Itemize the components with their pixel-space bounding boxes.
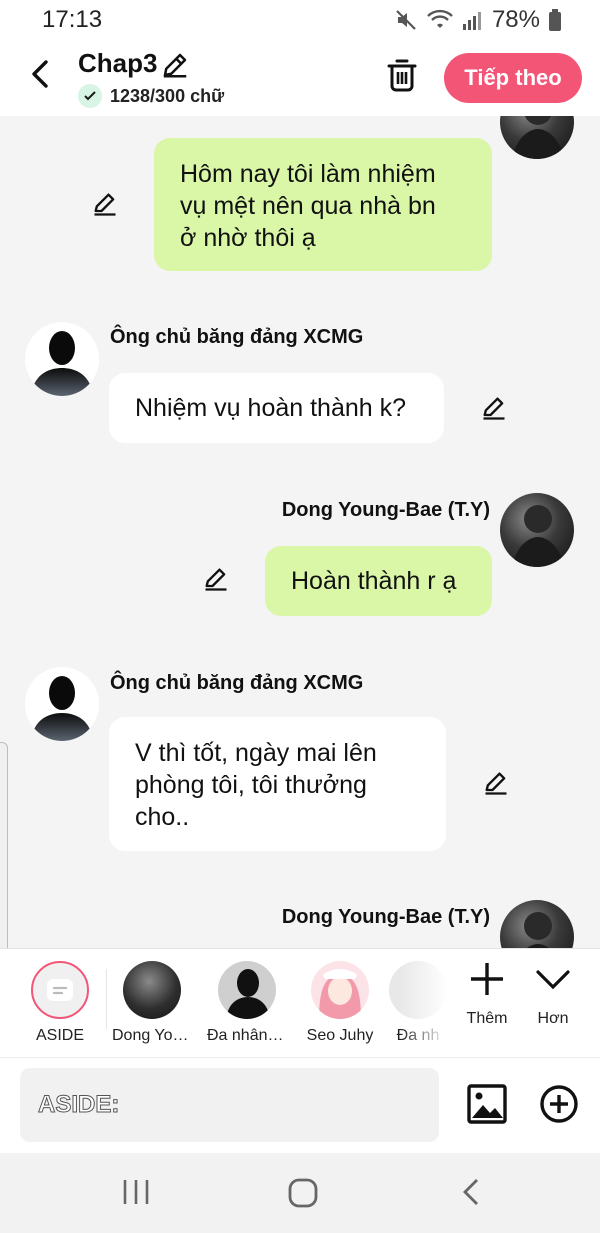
- character-da-nhan-vat[interactable]: Đa nhân v...: [207, 961, 287, 1045]
- battery-icon: [548, 8, 562, 32]
- character-avatar: [218, 961, 276, 1019]
- insert-image-button[interactable]: [467, 1084, 507, 1124]
- message-line: V thì tốt, ngày mai lên: [135, 739, 377, 767]
- side-scroll-handle[interactable]: [0, 742, 8, 972]
- speaker-name: Dong Young-Bae (T.Y): [281, 906, 490, 928]
- speaker-name: Ông chủ băng đảng XCMG: [110, 326, 364, 348]
- avatar-gang-boss: [25, 322, 99, 396]
- character-label: Dong You...: [112, 1027, 192, 1044]
- image-icon: [467, 1084, 507, 1124]
- message-line: vụ mệt nên qua nhà bn: [180, 192, 436, 220]
- recents-icon: [123, 1180, 149, 1204]
- pencil-icon[interactable]: [160, 50, 190, 80]
- pencil-icon[interactable]: [482, 769, 510, 797]
- aside-avatar: [31, 961, 89, 1019]
- message-line: cho..: [135, 803, 190, 831]
- battery-text: 78%: [491, 6, 540, 33]
- message-bubble[interactable]: Hoàn thành r ạ: [265, 546, 492, 616]
- signal-icon: [462, 9, 484, 31]
- speaker-name: Dong Young-Bae (T.Y): [281, 499, 490, 521]
- message-text: Hoàn thành r ạ: [291, 567, 457, 595]
- recent-apps-button[interactable]: [122, 1177, 150, 1212]
- more-label: Hơn: [537, 1010, 569, 1027]
- add-content-button[interactable]: [539, 1084, 579, 1124]
- chevron-left-icon: [32, 60, 48, 88]
- screen: 17:13 78% Chap3 1238/300 chữ Tiếp theo H…: [0, 0, 600, 1233]
- check-icon: [78, 84, 102, 108]
- chevron-down-icon: [536, 970, 570, 990]
- home-button[interactable]: [287, 1177, 319, 1214]
- plus-icon: [471, 963, 503, 995]
- message-icon: [47, 979, 73, 1001]
- system-nav-bar: [0, 1153, 600, 1233]
- avatar-gang-boss: [25, 667, 99, 741]
- chat-area[interactable]: Hôm nay tôi làm nhiệm vụ mệt nên qua nhà…: [0, 116, 600, 948]
- message-bubble[interactable]: Hôm nay tôi làm nhiệm vụ mệt nên qua nhà…: [154, 138, 492, 271]
- character-seo-juhy[interactable]: Seo Juhy: [300, 961, 380, 1045]
- character-label: Đa nhân v...: [207, 1027, 287, 1044]
- character-label: ASIDE: [35, 1027, 84, 1044]
- speaker-name: Ông chủ băng đảng XCMG: [110, 672, 364, 694]
- plus-circle-icon: [540, 1085, 578, 1123]
- pencil-icon[interactable]: [480, 394, 508, 422]
- status-time: 17:13: [42, 6, 103, 33]
- character-aside[interactable]: ASIDE: [20, 961, 100, 1045]
- delete-button[interactable]: [386, 58, 418, 92]
- back-button[interactable]: [26, 58, 54, 90]
- system-back-button[interactable]: [460, 1177, 482, 1212]
- home-icon: [288, 1178, 318, 1208]
- message-line: Hôm nay tôi làm nhiệm: [180, 160, 436, 188]
- editor-header: Chap3 1238/300 chữ Tiếp theo: [0, 40, 600, 116]
- fade-overlay: [400, 949, 460, 1057]
- pencil-icon[interactable]: [91, 190, 119, 218]
- add-character-button[interactable]: Thêm: [457, 959, 517, 1028]
- avatar-dong-young-bae: [500, 900, 574, 948]
- chapter-title: Chap3: [78, 48, 158, 78]
- message-bubble[interactable]: V thì tốt, ngày mai lên phòng tôi, tôi t…: [109, 717, 446, 851]
- avatar-dong-young-bae: [500, 116, 574, 159]
- trash-icon: [387, 59, 417, 92]
- avatar-dong-young-bae: [500, 493, 574, 567]
- pencil-icon[interactable]: [202, 565, 230, 593]
- status-bar: 17:13 78%: [0, 0, 600, 40]
- next-button[interactable]: Tiếp theo: [444, 53, 582, 103]
- character-avatar: [311, 961, 369, 1019]
- character-bar: ASIDE Dong You... Đa nhân v... Seo Juhy …: [0, 948, 600, 1058]
- divider: [106, 969, 107, 1029]
- status-icons: 78%: [394, 6, 562, 34]
- more-button[interactable]: Hơn: [523, 959, 583, 1028]
- message-line: phòng tôi, tôi thưởng: [135, 771, 367, 799]
- mute-icon: [394, 8, 418, 32]
- message-input[interactable]: [20, 1068, 439, 1142]
- word-count: 1238/300 chữ: [78, 84, 224, 108]
- character-avatar: [123, 961, 181, 1019]
- message-text: Nhiệm vụ hoàn thành k?: [135, 394, 407, 422]
- input-bar: [0, 1058, 600, 1153]
- word-count-label: 1238/300 chữ: [110, 85, 225, 106]
- character-label: Seo Juhy: [306, 1027, 374, 1044]
- wifi-icon: [426, 8, 454, 32]
- back-icon: [463, 1179, 478, 1205]
- message-bubble[interactable]: Nhiệm vụ hoàn thành k?: [109, 373, 444, 443]
- character-dong-young-bae[interactable]: Dong You...: [112, 961, 192, 1045]
- add-label: Thêm: [466, 1010, 508, 1027]
- message-line: ở nhờ thôi ạ: [180, 224, 316, 252]
